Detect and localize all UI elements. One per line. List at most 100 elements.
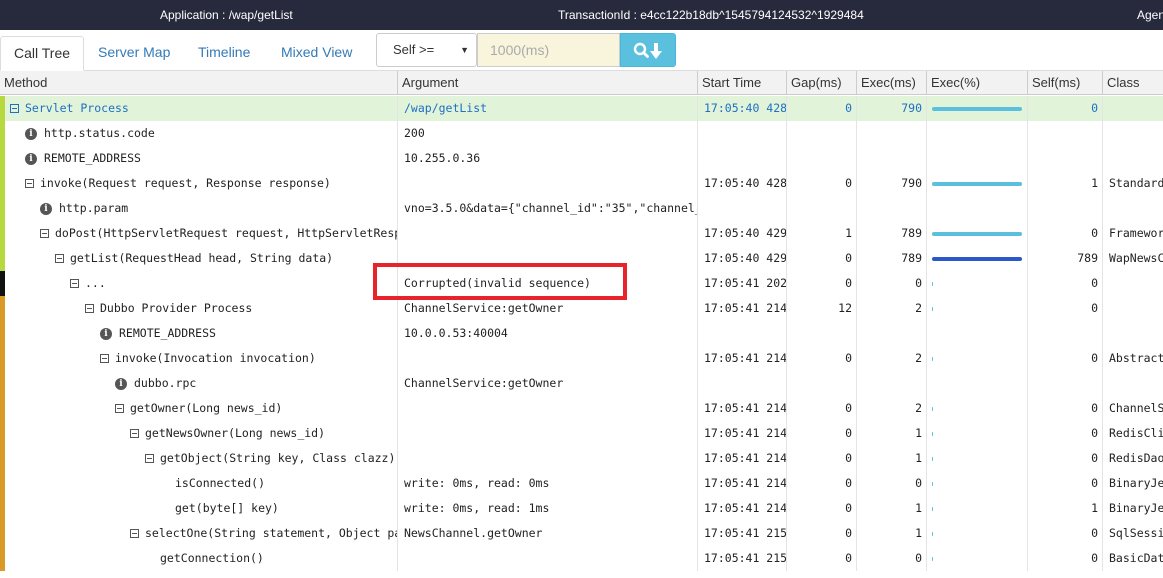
table-row[interactable]: get(byte[] key) write: 0ms, read: 1ms 17:0… [0, 496, 1163, 521]
method-cell: i http.status.code [0, 121, 398, 146]
exec-percent-cell [927, 446, 1028, 471]
table-row[interactable]: i REMOTE_ADDRESS 10.0.0.53:40004 [0, 321, 1163, 346]
column-argument[interactable]: Argument [398, 71, 698, 95]
self-filter-value: Self >= [393, 42, 435, 57]
table-row[interactable]: invoke(Invocation invocation) 17:05:41 21… [0, 346, 1163, 371]
collapse-icon[interactable] [145, 454, 154, 463]
table-row[interactable]: getObject(String key, Class clazz) 17:05:… [0, 446, 1163, 471]
call-tree-body: Servlet Process/wap/getList 17:05:40 428 0… [0, 96, 1163, 578]
table-row[interactable]: getNewsOwner(Long news_id) 17:05:41 214 0 1… [0, 421, 1163, 446]
collapse-icon[interactable] [10, 104, 19, 113]
argument-cell [398, 396, 698, 421]
chevron-down-icon: ▼ [460, 45, 469, 55]
self-cell [1028, 321, 1103, 346]
table-row[interactable]: getList(RequestHead head, String data) 17… [0, 246, 1163, 271]
table-row[interactable]: isConnected() write: 0ms, read: 0ms 17:05:… [0, 471, 1163, 496]
self-cell: 1 [1028, 171, 1103, 196]
method-name: getObject(String key, Class clazz) [160, 451, 396, 465]
self-cell: 0 [1028, 96, 1103, 121]
column-class[interactable]: Class [1103, 71, 1163, 95]
tab-timeline[interactable]: Timeline [198, 36, 250, 71]
exec-percent-cell [927, 346, 1028, 371]
self-filter-select[interactable]: Self >= ▼ [376, 33, 477, 67]
column-exec[interactable]: Exec(ms) [857, 71, 927, 95]
exec-cell: 789 [857, 221, 927, 246]
column-exec-percent[interactable]: Exec(%) [927, 71, 1028, 95]
table-row[interactable]: i dubbo.rpc ChannelService:getOwner [0, 371, 1163, 396]
class-cell [1103, 96, 1163, 121]
argument-cell: NewsChannel.getOwner [398, 521, 698, 546]
tab-server-map[interactable]: Server Map [98, 36, 170, 71]
table-row[interactable]: i http.status.code 200 [0, 121, 1163, 146]
threshold-input[interactable]: 1000(ms) [477, 33, 620, 67]
collapse-icon[interactable] [130, 429, 139, 438]
gap-cell: 0 [787, 446, 857, 471]
collapse-icon[interactable] [100, 354, 109, 363]
argument-cell: write: 0ms, read: 1ms [398, 496, 698, 521]
agent-label: Agen [1137, 8, 1163, 22]
collapse-icon[interactable] [40, 229, 49, 238]
method-name: get(byte[] key) [175, 501, 279, 515]
method-cell: selectOne(String statement, Object par [0, 521, 398, 546]
start-time-cell: 17:05:40 428 [698, 171, 787, 196]
collapse-icon[interactable] [130, 529, 139, 538]
start-time-cell [698, 321, 787, 346]
exec-percent-bar [932, 282, 933, 286]
start-time-cell [698, 121, 787, 146]
info-icon: i [40, 203, 52, 215]
table-row[interactable]: i REMOTE_ADDRESS 10.255.0.36 [0, 146, 1163, 171]
collapse-icon[interactable] [55, 254, 64, 263]
method-cell: Dubbo Provider Process [0, 296, 398, 321]
class-cell [1103, 271, 1163, 296]
method-name: ... [85, 276, 106, 290]
table-row[interactable]: Servlet Process/wap/getList 17:05:40 428 0… [0, 96, 1163, 121]
table-row[interactable]: i http.param vno=3.5.0&data={"channel_id":… [0, 196, 1163, 221]
method-cell: ... [0, 271, 398, 296]
column-self[interactable]: Self(ms) [1028, 71, 1103, 95]
gap-cell: 12 [787, 296, 857, 321]
exec-cell: 0 [857, 471, 927, 496]
search-down-button[interactable] [620, 33, 676, 67]
collapse-icon[interactable] [115, 404, 124, 413]
table-row[interactable]: Dubbo Provider Process ChannelService:get… [0, 296, 1163, 321]
gap-cell: 1 [787, 221, 857, 246]
table-row[interactable]: invoke(Request request, Response respons… [0, 171, 1163, 196]
exec-cell: 2 [857, 296, 927, 321]
tab-mixed-view[interactable]: Mixed View [281, 36, 352, 71]
table-row[interactable]: ... Corrupted(invalid sequence) 17:05:41 2… [0, 271, 1163, 296]
exec-percent-bar [932, 557, 933, 561]
gap-cell: 0 [787, 546, 857, 571]
column-start-time[interactable]: Start Time [698, 71, 787, 95]
table-row[interactable]: doPost(HttpServletRequest request, HttpS… [0, 221, 1163, 246]
exec-percent-bar [932, 507, 933, 511]
exec-cell: 1 [857, 521, 927, 546]
collapse-icon[interactable] [70, 279, 79, 288]
start-time-cell [698, 371, 787, 396]
exec-cell [857, 371, 927, 396]
collapse-icon[interactable] [25, 179, 34, 188]
self-cell: 0 [1028, 521, 1103, 546]
gap-cell: 0 [787, 396, 857, 421]
self-cell: 0 [1028, 296, 1103, 321]
column-method[interactable]: Method [0, 71, 398, 95]
method-name: doPost(HttpServletRequest request, HttpS… [55, 226, 398, 240]
exec-cell: 0 [857, 546, 927, 571]
collapse-icon[interactable] [85, 304, 94, 313]
table-row[interactable]: getOwner(Long news_id) 17:05:41 214 0 2 0 Cha… [0, 396, 1163, 421]
exec-cell [857, 121, 927, 146]
tab-call-tree[interactable]: Call Tree [0, 36, 85, 71]
self-cell: 0 [1028, 546, 1103, 571]
exec-percent-bar [932, 257, 1022, 261]
method-cell: getObject(String key, Class clazz) [0, 446, 398, 471]
method-name: getList(RequestHead head, String data) [70, 251, 334, 265]
exec-percent-cell [927, 396, 1028, 421]
exec-percent-cell [927, 546, 1028, 571]
transaction-header-bar: Application : /wap/getList TransactionId… [0, 0, 1163, 30]
column-gap[interactable]: Gap(ms) [787, 71, 857, 95]
gap-cell [787, 371, 857, 396]
argument-cell [398, 221, 698, 246]
exec-percent-cell [927, 321, 1028, 346]
table-row[interactable]: getConnection() 17:05:41 215 0 0 0 BasicDat [0, 546, 1163, 571]
table-row[interactable]: selectOne(String statement, Object par Ne… [0, 521, 1163, 546]
start-time-cell: 17:05:40 429 [698, 246, 787, 271]
